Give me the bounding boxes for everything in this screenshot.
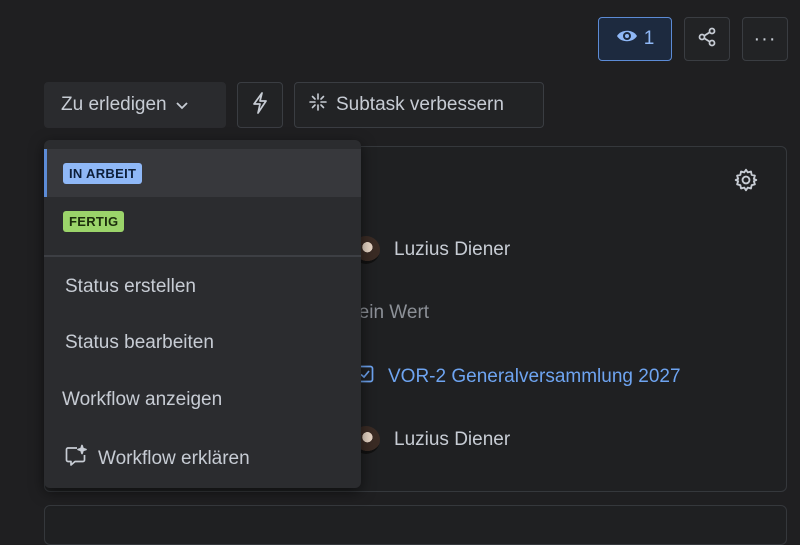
status-option-done[interactable]: FERTIG <box>44 197 361 245</box>
assignee-field[interactable]: Luzius Diener <box>352 235 510 265</box>
edit-status-label: Status bearbeiten <box>65 332 214 353</box>
eye-icon <box>616 28 638 50</box>
sparkle-icon <box>308 92 328 118</box>
status-dropdown-button[interactable]: Zu erledigen <box>44 82 226 128</box>
reporter-name: Luzius Diener <box>394 429 511 450</box>
watch-count: 1 <box>643 28 655 49</box>
status-lozenge: IN ARBEIT <box>63 162 143 184</box>
show-workflow-label: Workflow anzeigen <box>62 389 223 410</box>
improve-subtask-button[interactable]: Subtask verbessern <box>294 82 544 128</box>
settings-gear-icon[interactable] <box>733 167 759 193</box>
status-lozenge: FERTIG <box>63 210 125 232</box>
share-icon <box>697 27 717 52</box>
share-button[interactable] <box>684 17 730 61</box>
ai-chat-sparkle-icon <box>64 444 88 474</box>
more-options-button[interactable]: ··· <box>742 17 788 61</box>
create-status-label: Status erstellen <box>65 276 196 297</box>
status-label: Zu erledigen <box>61 94 167 115</box>
status-dropdown-menu: IN ARBEIT FERTIG Status erstellen Status… <box>44 140 361 488</box>
parent-link-label: VOR-2 Generalversammlung 2027 <box>388 365 681 387</box>
menu-divider <box>44 255 361 257</box>
explain-workflow-item[interactable]: Workflow erklären <box>44 436 361 482</box>
explain-workflow-label: Workflow erklären <box>98 448 250 469</box>
watch-button[interactable]: 1 <box>598 17 672 61</box>
assignee-name: Luzius Diener <box>394 239 511 260</box>
secondary-panel <box>44 505 787 545</box>
automation-button[interactable] <box>237 82 283 128</box>
chevron-down-icon <box>175 94 189 116</box>
create-status-item[interactable]: Status erstellen <box>44 264 361 310</box>
parent-link[interactable]: VOR-2 Generalversammlung 2027 <box>356 365 681 388</box>
improve-subtask-label: Subtask verbessern <box>336 94 504 115</box>
more-icon: ··· <box>753 27 777 50</box>
show-workflow-item[interactable]: Workflow anzeigen <box>44 377 361 423</box>
status-option-in-progress[interactable]: IN ARBEIT <box>44 149 361 197</box>
lightning-icon <box>251 91 269 119</box>
reporter-field[interactable]: Luzius Diener <box>352 425 510 455</box>
edit-status-item[interactable]: Status bearbeiten <box>44 320 361 366</box>
